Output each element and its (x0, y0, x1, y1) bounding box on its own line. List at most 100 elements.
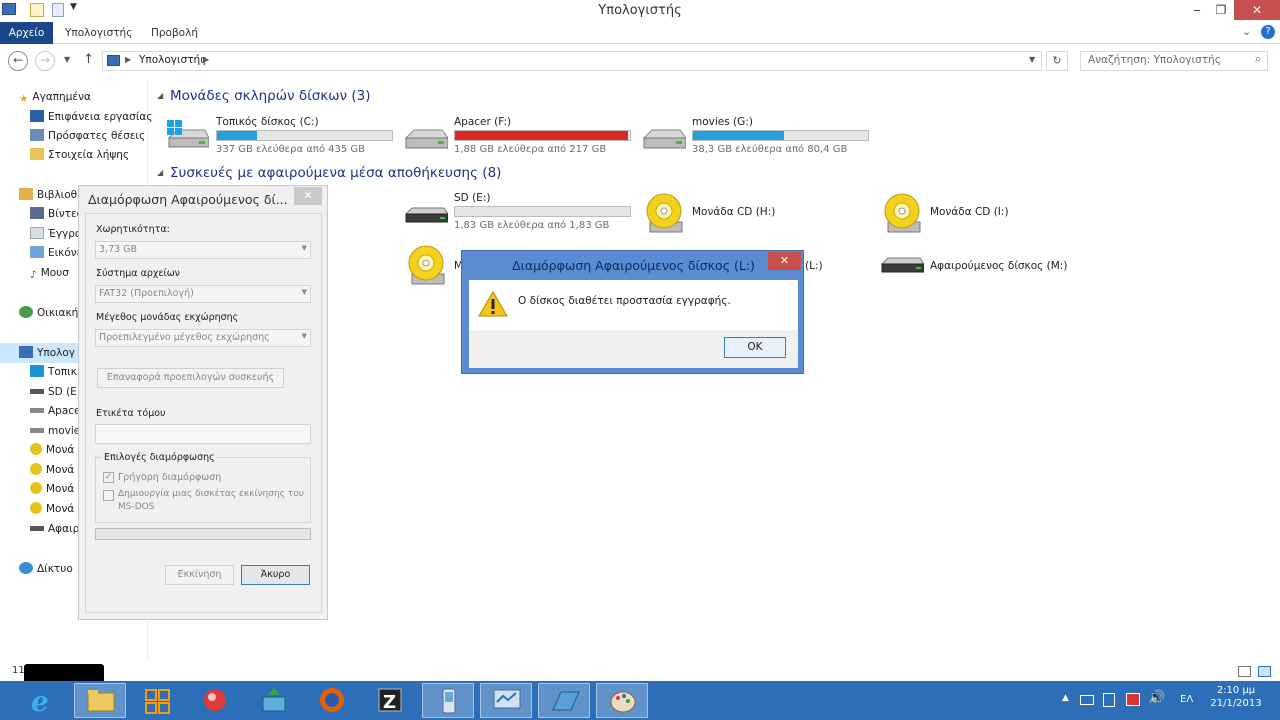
chevron-down-icon: ▼ (301, 244, 307, 252)
nav-libraries[interactable]: Βιβλιοθ (19, 186, 79, 205)
format-options-label: Επιλογές διαμόρφωσης (102, 452, 217, 463)
office-icon[interactable] (132, 683, 184, 718)
removable-drive-icon (880, 257, 924, 273)
phone-app-icon[interactable] (422, 683, 474, 718)
allocation-select[interactable]: Προεπιλεγμένο μέγεθος εκχώρησης ▼ (95, 329, 311, 347)
up-icon[interactable]: ↑ (83, 52, 94, 67)
cancel-button[interactable]: Άκυρο (241, 565, 310, 585)
volume-label-input[interactable] (95, 424, 311, 444)
nav-item-cd-4[interactable]: Μονά (30, 500, 78, 519)
clock-time: 2:10 μμ (1216, 685, 1256, 696)
drive-tile-m[interactable]: Αφαιρούμενος δίσκος (M:) (880, 250, 1100, 286)
ribbon-expand-icon[interactable]: ⌄ (1242, 25, 1251, 38)
group-header-removable[interactable]: Συσκευές με αφαιρούμενα μέσα αποθήκευσης… (170, 165, 501, 181)
message-close-button[interactable]: ✕ (768, 252, 801, 270)
start-button[interactable]: Εκκίνηση (165, 565, 234, 585)
show-hidden-icons-icon[interactable]: ▲ (1062, 693, 1069, 703)
breadcrumb-chevron-icon[interactable]: ▶ (125, 55, 131, 64)
help-icon[interactable]: ? (1261, 25, 1275, 39)
tab-computer[interactable]: Υπολογιστής (56, 22, 141, 44)
collapse-icon[interactable]: ◢ (157, 168, 163, 177)
volume-label-label: Ετικέτα τόμου (96, 408, 166, 419)
search-input[interactable]: Αναζήτηση: Υπολογιστής ⌕ (1080, 51, 1268, 71)
nav-item-drive-f[interactable]: Apace (30, 402, 78, 421)
nav-item-desktop[interactable]: Επιφάνεια εργασίας (30, 108, 152, 127)
installer-icon[interactable] (248, 683, 300, 718)
nav-computer[interactable]: Υπολογ (19, 344, 77, 363)
details-view-icon[interactable] (1238, 666, 1251, 677)
drive-tile-h[interactable]: Μονάδα CD (H:) (644, 192, 844, 238)
breadcrumb-chevron-icon[interactable]: ▶ (203, 55, 209, 64)
collapse-icon[interactable]: ◢ (157, 91, 163, 100)
nav-network[interactable]: Δίκτυο (19, 560, 79, 579)
recent-locations-icon[interactable]: ▼ (64, 55, 70, 64)
tab-file[interactable]: Αρχείο (0, 22, 53, 44)
nav-item-recent[interactable]: Πρόσφατες θέσεις (30, 127, 145, 146)
firefox-icon[interactable] (306, 683, 358, 718)
file-explorer-icon[interactable] (74, 683, 126, 718)
nav-item-music[interactable]: ♪ Μουσ (30, 264, 78, 283)
nav-item-cd-2[interactable]: Μονά (30, 461, 78, 480)
nav-item-videos[interactable]: Βίντεο (30, 205, 78, 224)
nav-item-drive-m[interactable]: Αφαιρ (30, 520, 78, 539)
drive-tile-c[interactable]: Τοπικός δίσκος (C:) 337 GB ελεύθερα από … (165, 116, 395, 158)
drive-usage-fill (455, 131, 629, 140)
disk-tool-icon[interactable] (538, 683, 590, 718)
forward-icon[interactable]: → (35, 51, 55, 71)
cd-drive-icon (30, 502, 42, 514)
nav-item-drive-e[interactable]: SD (E:) (30, 383, 78, 402)
restore-defaults-button[interactable]: Επαναφορά προεπιλογών συσκευής (97, 368, 284, 388)
nav-homegroup[interactable]: Οικιακή (19, 304, 79, 323)
ok-button[interactable]: OK (724, 337, 786, 358)
capacity-select[interactable]: 3,73 GB ▼ (95, 241, 311, 259)
drive-name-l[interactable]: (L:) (805, 260, 823, 272)
drive-name: Μονάδα CD (I:) (930, 206, 1009, 218)
internet-explorer-icon[interactable]: e (16, 683, 68, 718)
nav-item-drive-g[interactable]: movie (30, 422, 78, 441)
drive-tile-g[interactable]: movies (G:) 38,3 GB ελεύθερα από 80,4 GB (642, 116, 872, 158)
drive-tile-cd-hidden[interactable]: M (406, 244, 466, 290)
tab-view[interactable]: Προβολή (142, 22, 207, 44)
monitor-app-icon[interactable] (480, 683, 532, 718)
cd-drive-icon (884, 193, 921, 233)
clock[interactable]: 2:10 μμ 21/1/2013 (1206, 685, 1266, 709)
nav-item-cd-3[interactable]: Μονά (30, 480, 78, 499)
quick-format-checkbox[interactable]: ✓ (103, 472, 114, 483)
network-disconnected-icon[interactable] (1126, 693, 1140, 706)
large-icons-view-icon[interactable] (1258, 666, 1271, 677)
window-titlebar: ▼ Υπολογιστής ‒ ❐ ✕ (0, 0, 1280, 22)
nav-item-cd-1[interactable]: Μονά (30, 441, 78, 460)
nav-item-drive-c[interactable]: Τοπικ (30, 363, 78, 382)
msdos-boot-checkbox[interactable] (103, 490, 114, 501)
format-close-button[interactable]: ✕ (294, 187, 322, 205)
close-button[interactable]: ✕ (1234, 0, 1280, 20)
group-header-hdd[interactable]: Μονάδες σκληρών δίσκων (3) (170, 88, 370, 104)
filesystem-label: Σύστημα αρχείων (96, 268, 180, 279)
winzip-icon[interactable]: Z (364, 683, 416, 718)
breadcrumb[interactable]: Υπολογιστής (139, 54, 206, 66)
nav-item-documents[interactable]: Έγγρο (30, 225, 78, 244)
search-icon[interactable]: ⌕ (1255, 53, 1261, 66)
action-center-icon[interactable] (1103, 693, 1115, 707)
nav-item-downloads[interactable]: Στοιχεία λήψης (30, 146, 129, 165)
address-dropdown-icon[interactable]: ▼ (1029, 55, 1035, 64)
media-app-icon[interactable] (190, 683, 242, 718)
filesystem-select[interactable]: FAT32 (Προεπιλογή) ▼ (95, 285, 311, 303)
keyboard-icon[interactable] (1080, 695, 1094, 705)
nav-favorites[interactable]: ★ Αγαπημένα (19, 88, 91, 107)
language-indicator[interactable]: ΕΛ (1180, 694, 1193, 705)
volume-icon[interactable]: 🔊 (1148, 690, 1165, 706)
drive-tile-i[interactable]: Μονάδα CD (I:) (882, 192, 1082, 238)
refresh-icon[interactable]: ↻ (1046, 51, 1068, 71)
videos-icon (30, 207, 44, 219)
nav-item-pictures[interactable]: Εικόνε (30, 244, 78, 263)
drive-tile-f[interactable]: Apacer (F:) 1,88 GB ελεύθερα από 217 GB (404, 116, 634, 158)
back-icon[interactable]: ← (8, 51, 28, 71)
drive-tile-e[interactable]: SD (E:) 1,83 GB ελεύθερα από 1,83 GB (404, 192, 634, 234)
paint-icon[interactable] (596, 683, 648, 718)
drive-name: Apacer (F:) (454, 116, 512, 128)
maximize-button[interactable]: ❐ (1207, 0, 1235, 20)
cd-drive-icon (30, 463, 42, 475)
desktop-icon (30, 110, 44, 122)
address-bar[interactable]: ▶ Υπολογιστής ▶ ▼ (102, 51, 1042, 71)
